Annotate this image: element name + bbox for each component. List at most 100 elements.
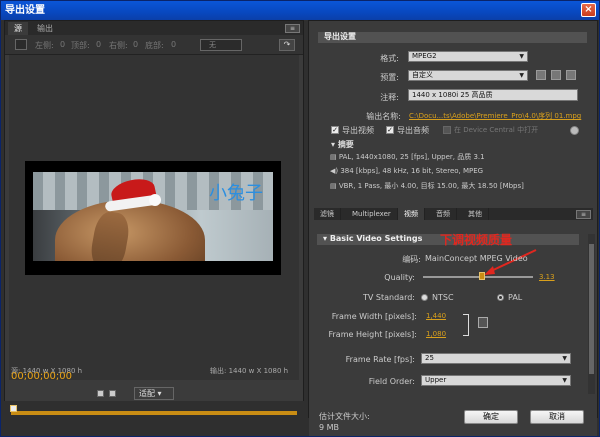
frame-width-value[interactable]: 1,440: [426, 312, 446, 320]
comment-field[interactable]: 1440 x 1080i 25 高品质: [408, 89, 578, 101]
tab-multiplexer[interactable]: Multiplexer: [346, 208, 398, 220]
set-out-icon[interactable]: [109, 390, 116, 397]
preset-value: 自定义: [412, 71, 433, 79]
crop-bottom-value[interactable]: 0: [171, 40, 176, 49]
format-select[interactable]: MPEG2 ▼: [408, 51, 528, 62]
delete-preset-icon[interactable]: [566, 70, 576, 80]
info-icon[interactable]: [570, 126, 579, 135]
ntsc-radio[interactable]: [421, 294, 428, 301]
output-name-link[interactable]: C:\Docu...ts\Adobe\Premiere_Pro\4.0\序列 0…: [409, 111, 581, 121]
close-button[interactable]: ×: [581, 3, 596, 17]
chevron-down-icon: ▼: [562, 355, 567, 362]
output-dimensions: 输出: 1440 w X 1080 h: [210, 367, 289, 375]
summary-header[interactable]: ▾ 摘要: [331, 139, 354, 150]
rotate-icon[interactable]: ↷: [279, 39, 295, 51]
quality-slider[interactable]: [423, 276, 533, 278]
frame-rate-select[interactable]: 25 ▼: [421, 353, 571, 364]
settings-scrollbar[interactable]: [588, 234, 595, 394]
device-central-label: 在 Device Central 中打开: [454, 126, 539, 134]
export-settings-header[interactable]: 导出设置: [318, 32, 587, 43]
crop-bottom-label: 底部:: [145, 41, 164, 50]
field-order-select[interactable]: Upper ▼: [421, 375, 571, 386]
frame-width-label: Frame Width [pixels]:: [331, 312, 417, 321]
ok-button[interactable]: 确定: [464, 410, 518, 424]
annotation-arrow: [484, 249, 537, 275]
format-value: MPEG2: [412, 52, 437, 60]
quality-slider-thumb[interactable]: [479, 272, 485, 280]
crop-top-label: 顶部:: [71, 41, 90, 50]
chevron-down-icon: ▼: [562, 377, 567, 384]
timeline-bar[interactable]: [11, 411, 297, 415]
source-panel: 源 输出 ≡ 左侧: 0 顶部: 0 右侧: 0 底部: 0 无 ↷ 小兔子 源…: [4, 20, 304, 418]
ntsc-label: NTSC: [432, 293, 454, 302]
summary-video-text: PAL, 1440x1080, 25 [fps], Upper, 品质 3.1: [338, 153, 485, 161]
field-order-value: Upper: [425, 376, 447, 384]
crop-top-value[interactable]: 0: [96, 40, 101, 49]
chevron-down-icon: ▼: [519, 53, 524, 60]
format-label: 格式:: [380, 54, 399, 63]
codec-label: 编码:: [402, 255, 421, 264]
window-title: 导出设置: [5, 5, 45, 16]
frame-rate-value: 25: [425, 354, 434, 362]
tab-filters[interactable]: 滤镜: [314, 208, 341, 220]
cancel-button[interactable]: 取消: [530, 410, 584, 424]
export-video-checkbox[interactable]: ✓: [331, 126, 339, 134]
crop-toolbar: 左侧: 0 顶部: 0 右侧: 0 底部: 0 无 ↷: [5, 35, 303, 55]
output-name-label: 输出名称:: [366, 112, 401, 121]
playhead-icon[interactable]: [10, 405, 17, 412]
video-frame: 小兔子: [25, 161, 281, 275]
basic-video-settings-title: Basic Video Settings: [329, 234, 423, 243]
fit-value: 适配: [139, 389, 155, 398]
link-bracket: [463, 314, 469, 336]
import-preset-icon[interactable]: [551, 70, 561, 80]
frame-height-value[interactable]: 1,080: [426, 330, 446, 338]
crop-left-value[interactable]: 0: [60, 40, 65, 49]
fit-select[interactable]: 适配 ▾: [134, 387, 174, 400]
tab-output[interactable]: 输出: [31, 22, 59, 35]
source-tabs: 源 输出 ≡: [5, 21, 303, 35]
set-in-icon[interactable]: [97, 390, 104, 397]
settings-menu-icon[interactable]: ≡: [576, 210, 591, 219]
preset-select[interactable]: 自定义 ▼: [408, 70, 528, 81]
crop-mode-select[interactable]: 无: [200, 39, 242, 51]
export-settings-window: 导出设置 × 源 输出 ≡ 左侧: 0 顶部: 0 右侧: 0 底部: 0 无 …: [0, 0, 600, 437]
chain-link-icon[interactable]: [478, 317, 488, 328]
scrollbar-thumb[interactable]: [589, 244, 594, 374]
save-preset-icon[interactable]: [536, 70, 546, 80]
crop-icon[interactable]: [15, 39, 27, 50]
summary-title: 摘要: [337, 140, 354, 149]
title-bar: 导出设置 ×: [1, 1, 599, 20]
crop-right-value[interactable]: 0: [133, 40, 138, 49]
panel-menu-icon[interactable]: ≡: [285, 24, 300, 33]
frame-rate-label: Frame Rate [fps]:: [345, 355, 415, 364]
image-caption: 小兔子: [209, 183, 263, 204]
timecode[interactable]: 00;00;00;00: [11, 371, 72, 382]
export-audio-label: 导出音频: [397, 126, 429, 135]
crop-right-label: 右侧:: [109, 41, 128, 50]
tab-video[interactable]: 视频: [398, 208, 425, 220]
pal-radio[interactable]: [497, 294, 504, 301]
field-order-label: Field Order:: [368, 377, 415, 386]
quality-value[interactable]: 3.13: [539, 273, 555, 281]
annotation-text: 下调视频质量: [440, 233, 513, 247]
pal-label: PAL: [508, 293, 523, 302]
crop-left-label: 左侧:: [35, 41, 54, 50]
estimated-size-label: 估计文件大小:: [319, 412, 370, 421]
device-central-checkbox[interactable]: [443, 126, 451, 134]
preview-image: 小兔子: [33, 172, 273, 261]
left-bottom-area: [4, 401, 304, 436]
santa-hat-pompom: [149, 194, 161, 206]
summary-video: ▤ PAL, 1440x1080, 25 [fps], Upper, 品质 3.…: [330, 153, 485, 161]
preset-label: 预置:: [380, 73, 399, 82]
settings-tabs: 滤镜 Multiplexer 视频 音频 其他 ≡: [314, 208, 593, 220]
export-video-label: 导出视频: [342, 126, 374, 135]
export-audio-checkbox[interactable]: ✓: [386, 126, 394, 134]
tv-standard-label: TV Standard:: [363, 293, 415, 302]
chevron-down-icon: ▼: [519, 72, 524, 79]
crop-mode-value: 无: [209, 41, 216, 49]
tab-audio[interactable]: 音频: [430, 208, 457, 220]
tab-source[interactable]: 源: [8, 22, 28, 35]
summary-bitrate: ▤ VBR, 1 Pass, 最小 4.00, 目标 15.00, 最大 18.…: [330, 182, 524, 190]
tab-other[interactable]: 其他: [462, 208, 489, 220]
frame-height-label: Frame Height [pixels]:: [328, 330, 418, 339]
